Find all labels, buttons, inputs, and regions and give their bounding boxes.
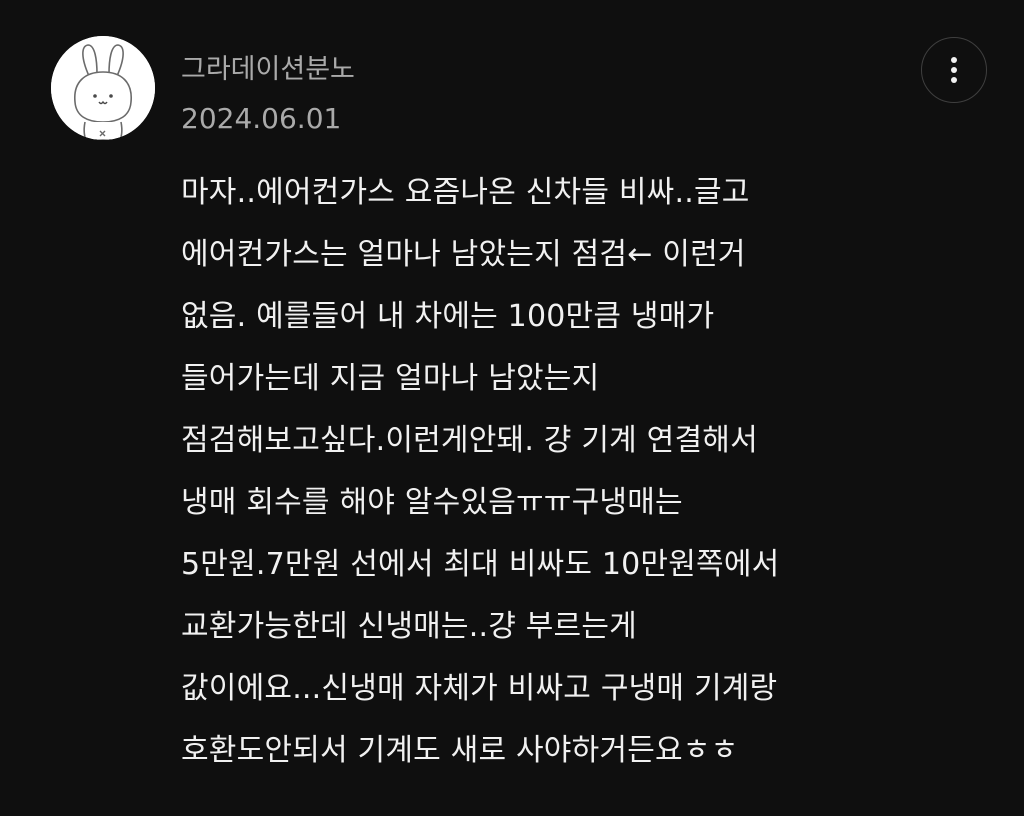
comment-line: 호환도안되서 기계도 새로 사야하거든요ㅎㅎ: [181, 733, 739, 768]
author-name[interactable]: 그라데이션분노: [181, 50, 355, 90]
more-options-button[interactable]: [921, 37, 987, 103]
comment-line: 들어가는데 지금 얼마나 남았는지: [181, 361, 600, 396]
comment-line: 마자..에어컨가스 요즘나온 신차들 비싸..글고: [181, 175, 750, 210]
comment-line: 에어컨가스는 얼마나 남았는지 점검← 이런거: [181, 237, 746, 272]
comment-body: 마자..에어컨가스 요즘나온 신차들 비싸..글고 에어컨가스는 얼마나 남았는…: [181, 162, 941, 782]
rabbit-avatar-icon: [51, 36, 155, 140]
comment-line: 없음. 예를들어 내 차에는 100만큼 냉매가: [181, 299, 715, 334]
comment-line: 교환가능한데 신냉매는..걍 부르는게: [181, 609, 637, 644]
more-vertical-icon: [951, 57, 957, 83]
comment-thread-item: 그라데이션분노 2024.06.01 마자..에어컨가스 요즘나온 신차들 비싸…: [0, 0, 1024, 816]
comment-line: 5만원.7만원 선에서 최대 비싸도 10만원쪽에서: [181, 547, 780, 582]
comment-date: 2024.06.01: [181, 102, 342, 135]
author-avatar[interactable]: [51, 36, 155, 140]
comment-line: 값이에요...신냉매 자체가 비싸고 구냉매 기계랑: [181, 671, 778, 706]
comment-line: 점검해보고싶다.이런게안돼. 걍 기계 연결해서: [181, 423, 758, 458]
comment-line: 냉매 회수를 해야 알수있음ㅠㅠ구냉매는: [181, 485, 683, 520]
